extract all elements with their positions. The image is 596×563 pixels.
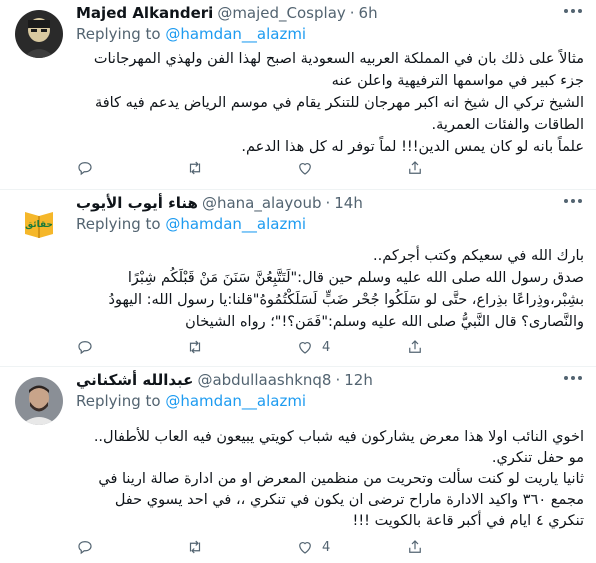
replying-to-handle[interactable]: @hamdan__alazmi (165, 25, 306, 43)
tweet[interactable]: حقائق هناء أيوب الأيوب @hana_alayoub · 1… (0, 190, 596, 367)
share-button[interactable] (406, 338, 516, 356)
share-icon (409, 340, 421, 353)
more-icon[interactable] (564, 375, 582, 381)
reply-button[interactable] (76, 538, 186, 556)
separator: · (325, 194, 331, 212)
tweet[interactable]: عبدالله أشكناني @abdullaashknq8 · 12h Re… (0, 367, 596, 563)
tweet-actions (76, 158, 516, 178)
avatar[interactable] (15, 10, 63, 58)
replying-to-label: Replying to (76, 392, 161, 410)
display-name[interactable]: هناء أيوب الأيوب (76, 194, 198, 212)
replying-to-handle[interactable]: @hamdan__alazmi (165, 392, 306, 410)
tweet-text: اخوي النائب اولا هذا معرض يشاركون فيه شب… (93, 429, 584, 529)
handle[interactable]: @majed_Cosplay (217, 4, 345, 22)
share-button[interactable] (406, 159, 516, 177)
like-icon (299, 163, 311, 175)
tweet-text: مثالاً على ذلك بان في المملكة العربيه ال… (93, 51, 584, 155)
replying-to: Replying to @hamdan__alazmi (76, 25, 306, 43)
reply-button[interactable] (76, 159, 186, 177)
retweet-icon (189, 161, 201, 175)
replying-to-label: Replying to (76, 25, 161, 43)
retweet-icon (189, 540, 201, 554)
reply-icon (78, 541, 92, 555)
share-icon (409, 161, 421, 174)
like-button[interactable]: 4 (296, 338, 406, 356)
share-button[interactable] (406, 538, 516, 556)
tweet-actions: 4 (76, 337, 516, 357)
share-icon (409, 540, 421, 553)
reply-icon (78, 341, 92, 355)
more-icon[interactable] (564, 8, 582, 14)
tweet-text: بارك الله في سعيكم وكتب أجركم.. صدق رسول… (108, 248, 584, 330)
avatar[interactable] (15, 377, 63, 425)
like-icon (299, 342, 311, 354)
tweet[interactable]: Majed Alkanderi @majed_Cosplay · 6h Repl… (0, 0, 596, 190)
like-button[interactable] (296, 159, 406, 177)
tweet-header: عبدالله أشكناني @abdullaashknq8 · 12h (76, 370, 566, 390)
replying-to-label: Replying to (76, 215, 161, 233)
more-icon[interactable] (564, 198, 582, 204)
timestamp[interactable]: 6h (359, 4, 378, 22)
tweet-header: Majed Alkanderi @majed_Cosplay · 6h (76, 3, 566, 23)
retweet-button[interactable] (186, 159, 296, 177)
avatar-text: حقائق (25, 220, 53, 230)
like-icon (299, 542, 311, 554)
replying-to-handle[interactable]: @hamdan__alazmi (165, 215, 306, 233)
timestamp[interactable]: 12h (344, 371, 373, 389)
like-count: 4 (322, 339, 331, 355)
retweet-button[interactable] (186, 338, 296, 356)
handle[interactable]: @abdullaashknq8 (197, 371, 331, 389)
timestamp[interactable]: 14h (334, 194, 363, 212)
tweet-actions: 4 (76, 537, 516, 557)
like-count: 4 (322, 539, 331, 555)
reply-button[interactable] (76, 338, 186, 356)
display-name[interactable]: عبدالله أشكناني (76, 371, 193, 389)
retweet-icon (189, 340, 201, 354)
replying-to: Replying to @hamdan__alazmi (76, 392, 306, 410)
display-name[interactable]: Majed Alkanderi (76, 4, 213, 22)
separator: · (349, 4, 355, 22)
retweet-button[interactable] (186, 538, 296, 556)
like-button[interactable]: 4 (296, 538, 406, 556)
avatar[interactable]: حقائق (15, 200, 63, 248)
separator: · (335, 371, 341, 389)
handle[interactable]: @hana_alayoub (202, 194, 322, 212)
tweet-header: هناء أيوب الأيوب @hana_alayoub · 14h (76, 193, 566, 213)
replying-to: Replying to @hamdan__alazmi (76, 215, 306, 233)
reply-icon (78, 162, 92, 176)
